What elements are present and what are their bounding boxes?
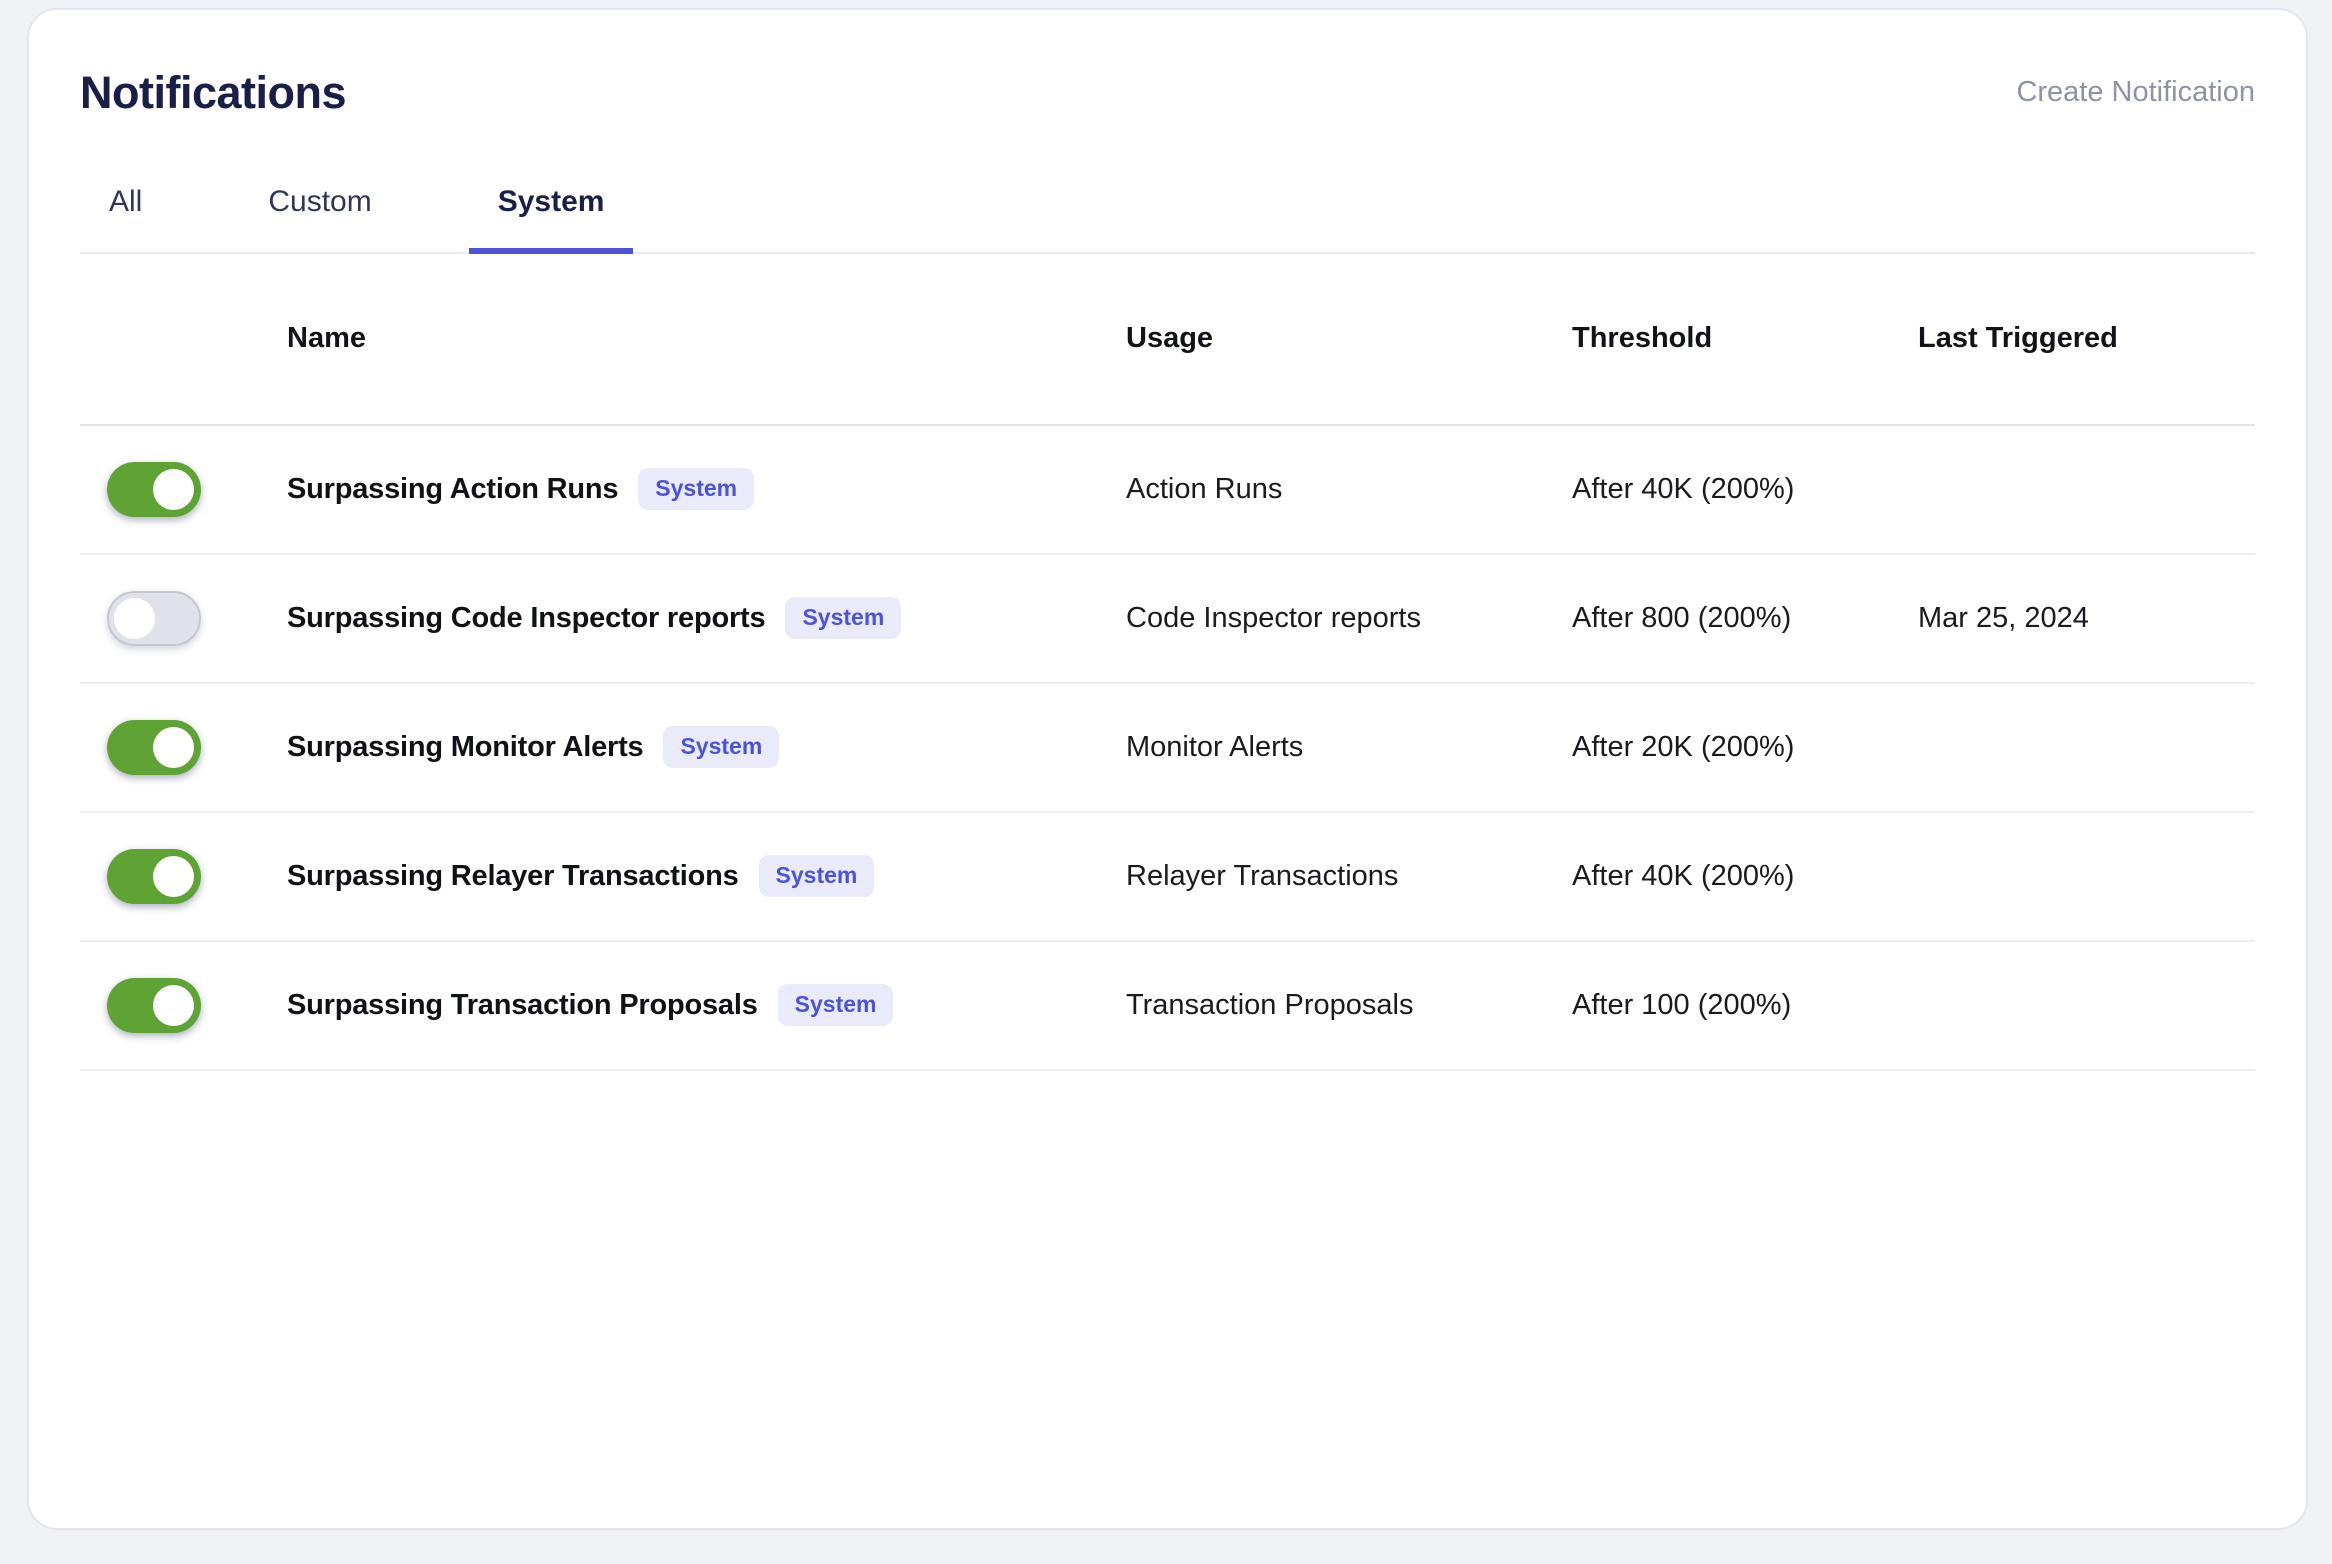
tab-label: System [497, 185, 605, 219]
notifications-panel: Notifications Create Notification All Cu… [27, 8, 2308, 1530]
usage-cell: Monitor Alerts [1126, 730, 1304, 763]
notification-toggle[interactable] [107, 977, 201, 1033]
toggle-knob [153, 855, 194, 897]
name-cell: Surpassing Monitor Alerts System [287, 726, 1126, 769]
toggle-knob [114, 597, 155, 639]
notification-name: Surpassing Relayer Transactions [287, 859, 739, 892]
table-row: Surpassing Transaction Proposals System … [80, 942, 2255, 1071]
tabs: All Custom System [80, 185, 2255, 254]
column-header-last-triggered: Last Triggered [1918, 322, 2118, 355]
threshold-cell: After 40K (200%) [1572, 859, 1795, 892]
table-header-row: Name Usage Threshold Last Triggered [80, 254, 2255, 426]
threshold-cell: After 800 (200%) [1572, 601, 1792, 634]
system-badge: System [758, 855, 875, 898]
panel-header: Notifications Create Notification [80, 10, 2255, 118]
tab-system[interactable]: System [468, 185, 634, 254]
threshold-cell: After 20K (200%) [1572, 730, 1795, 763]
toggle-knob [153, 468, 194, 510]
tab-custom[interactable]: Custom [239, 185, 400, 252]
toggle-cell [80, 977, 287, 1033]
table-row: Surpassing Relayer Transactions System R… [80, 813, 2255, 942]
toggle-knob [153, 726, 194, 768]
usage-cell: Action Runs [1126, 472, 1283, 505]
last-triggered-cell: Mar 25, 2024 [1918, 601, 2089, 634]
name-cell: Surpassing Code Inspector reports System [287, 597, 1126, 640]
name-cell: Surpassing Action Runs System [287, 468, 1126, 511]
threshold-cell: After 40K (200%) [1572, 472, 1795, 505]
table-row: Surpassing Action Runs System Action Run… [80, 426, 2255, 555]
column-header-name: Name [287, 322, 366, 355]
toggle-cell [80, 719, 287, 775]
system-badge: System [663, 726, 780, 769]
tab-label: Custom [268, 185, 372, 219]
notification-name: Surpassing Action Runs [287, 472, 619, 505]
tab-label: All [109, 185, 143, 219]
system-badge: System [777, 984, 894, 1027]
notification-name: Surpassing Monitor Alerts [287, 730, 644, 763]
toggle-cell [80, 848, 287, 904]
usage-cell: Transaction Proposals [1126, 988, 1414, 1021]
column-header-threshold: Threshold [1572, 322, 1713, 355]
table-row: Surpassing Code Inspector reports System… [80, 555, 2255, 684]
threshold-cell: After 100 (200%) [1572, 988, 1792, 1021]
table-body: Surpassing Action Runs System Action Run… [80, 426, 2255, 1071]
usage-cell: Code Inspector reports [1126, 601, 1421, 634]
page-title: Notifications [80, 67, 347, 118]
toggle-knob [153, 984, 194, 1026]
table-row: Surpassing Monitor Alerts System Monitor… [80, 684, 2255, 813]
notification-toggle[interactable] [107, 590, 201, 646]
toggle-cell [80, 590, 287, 646]
name-cell: Surpassing Relayer Transactions System [287, 855, 1126, 898]
notification-name: Surpassing Code Inspector reports [287, 601, 766, 634]
notification-name: Surpassing Transaction Proposals [287, 988, 758, 1021]
system-badge: System [638, 468, 755, 511]
notification-toggle[interactable] [107, 461, 201, 517]
column-header-usage: Usage [1126, 322, 1214, 355]
create-notification-button[interactable]: Create Notification [2016, 76, 2255, 109]
notification-toggle[interactable] [107, 719, 201, 775]
tab-all[interactable]: All [80, 185, 171, 252]
name-cell: Surpassing Transaction Proposals System [287, 984, 1126, 1027]
system-badge: System [785, 597, 902, 640]
usage-cell: Relayer Transactions [1126, 859, 1399, 892]
notification-toggle[interactable] [107, 848, 201, 904]
toggle-cell [80, 461, 287, 517]
